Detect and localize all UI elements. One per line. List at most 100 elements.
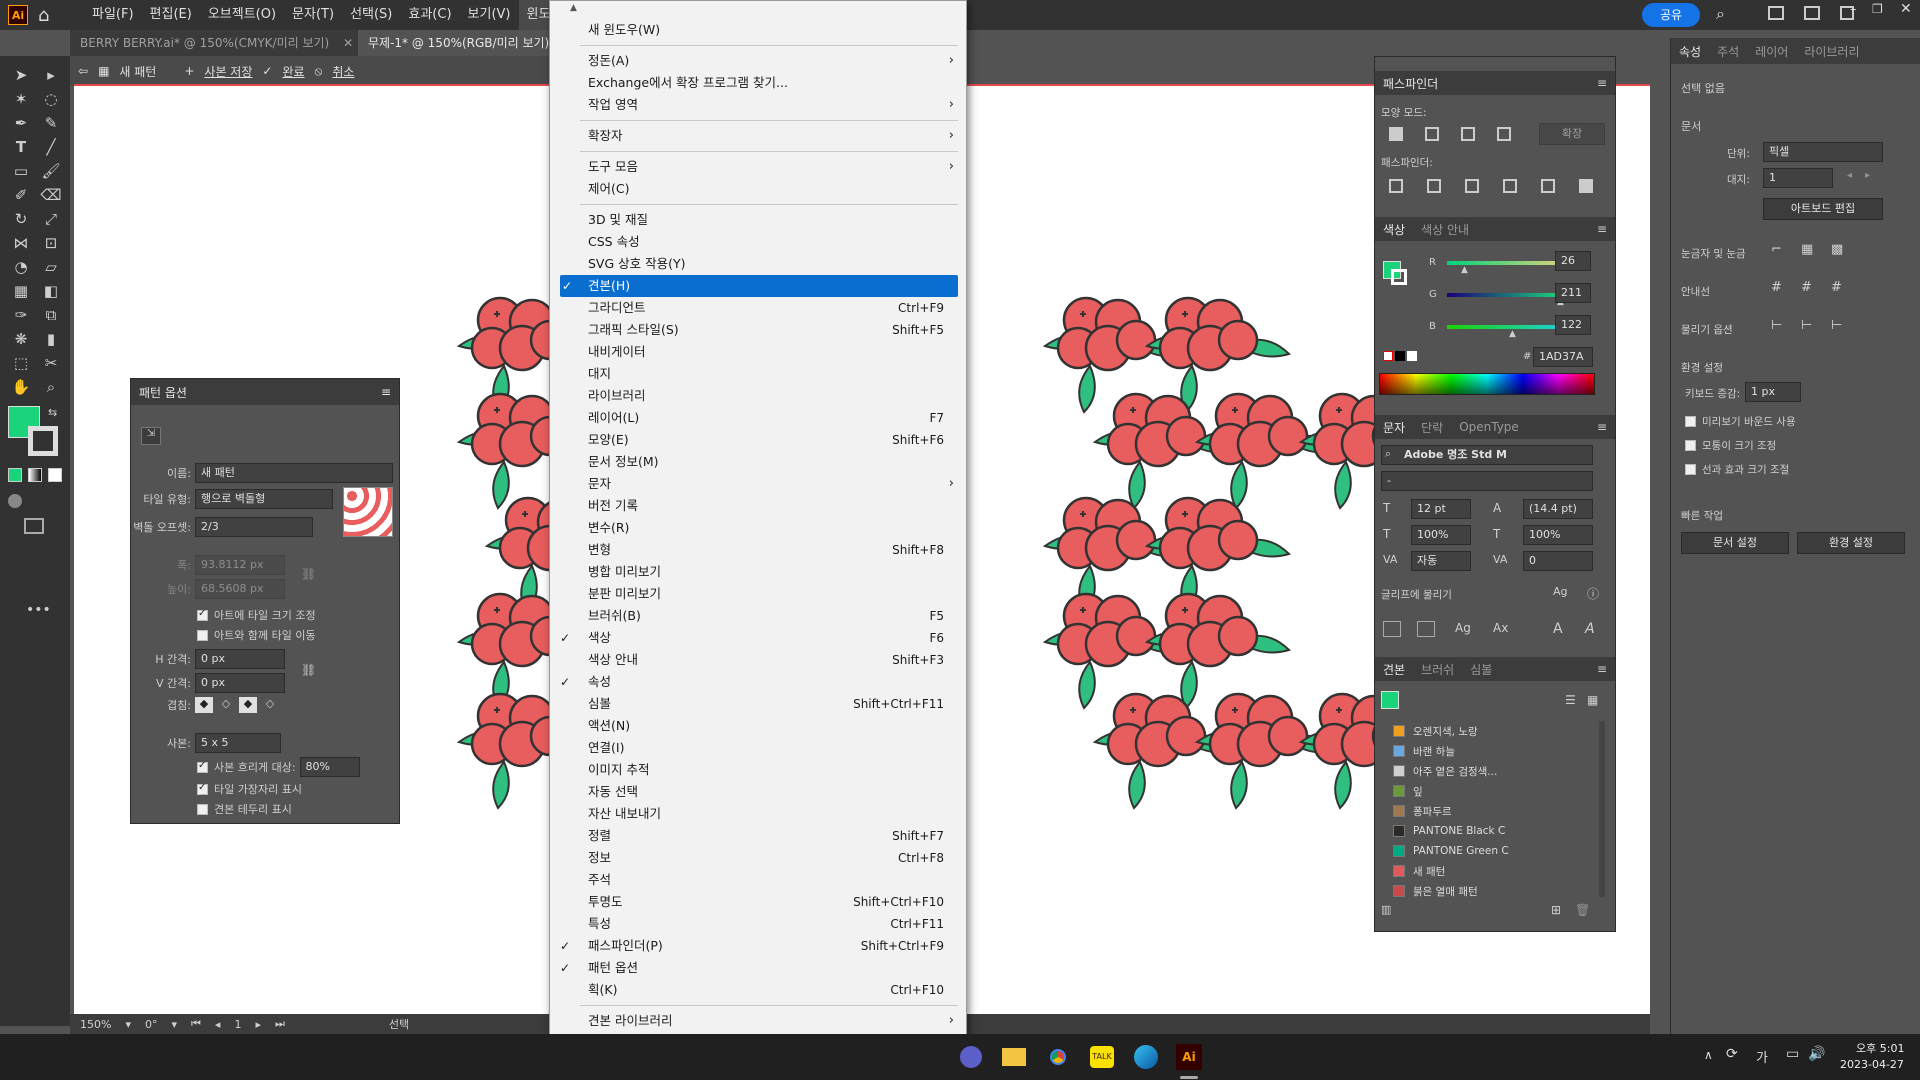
tab-untitled-1[interactable]: 무제-1* @ 150%(RGB/미리 보기) [358, 30, 550, 56]
pattern-panel-header[interactable]: 패턴 옵션 ≡ [131, 379, 399, 405]
tab-brushes[interactable]: 브러쉬 [1421, 661, 1454, 678]
window-menu-item-31[interactable]: 연결(I) [550, 737, 968, 759]
window-menu-item-30[interactable]: 액션(N) [550, 715, 968, 737]
rectangle-tool-icon[interactable]: ▭ [10, 160, 32, 182]
overlap-top-icon[interactable]: ◆ [239, 697, 257, 713]
brick-offset-select[interactable]: 2/3 [195, 517, 313, 537]
copies-select[interactable]: 5 x 5 [195, 733, 281, 753]
snap-proximity-icon[interactable]: Ax [1493, 621, 1508, 635]
perspective-icon[interactable]: ▱ [40, 256, 62, 278]
share-button[interactable]: 공유 [1642, 3, 1700, 27]
tab-opentype[interactable]: OpenType [1459, 420, 1519, 434]
none-mode-icon[interactable] [48, 468, 62, 482]
tab-libraries[interactable]: 라이브러리 [1804, 43, 1859, 60]
black-swatch[interactable] [1395, 351, 1405, 361]
overlap-left-icon[interactable]: ◆ [195, 697, 213, 713]
window-menu-item-41[interactable]: 패턴 옵션 ✓ [550, 957, 968, 979]
arrange-documents-icon[interactable] [1768, 6, 1784, 20]
cancel-button[interactable]: 취소 [332, 63, 354, 80]
window-menu-item-11[interactable]: 그라디언트 Ctrl+F9 [550, 297, 968, 319]
unite-icon[interactable] [1389, 127, 1403, 141]
next-artboard-icon[interactable]: ▸ [1865, 170, 1870, 181]
swatch-fill-indicator[interactable] [1381, 691, 1399, 709]
window-menu-item-9[interactable]: SVG 상호 작용(Y) [550, 253, 968, 275]
lock-guides-icon[interactable]: # [1801, 280, 1812, 295]
use-preview-bounds-checkbox[interactable] [1685, 416, 1696, 427]
window-menu-item-28[interactable]: 속성 ✓ [550, 671, 968, 693]
selection-tool-icon[interactable]: ➤ [10, 64, 32, 86]
panel-menu-icon[interactable]: ≡ [1597, 420, 1607, 434]
swatch-scrollbar[interactable] [1599, 721, 1605, 897]
minus-back-icon[interactable] [1579, 179, 1593, 193]
eraser-icon[interactable]: ⌫ [40, 184, 62, 206]
tab-character[interactable]: 문자 [1383, 419, 1405, 436]
window-menu-item-18[interactable]: 문서 정보(M) [550, 451, 968, 473]
gradient-mode-icon[interactable] [28, 468, 42, 482]
zoom-tool-icon[interactable]: ⌕ [40, 376, 62, 398]
sync-icon[interactable]: ⟳ [1726, 1046, 1738, 1062]
window-menu-item-39[interactable]: 특성 Ctrl+F11 [550, 913, 968, 935]
show-swatch-bounds-checkbox[interactable] [197, 803, 208, 815]
v-spacing-input[interactable]: 0 px [195, 673, 285, 693]
lasso-icon[interactable]: ◌ [40, 88, 62, 110]
color-stroke-swatch[interactable] [1391, 269, 1407, 285]
free-transform-icon[interactable]: ⊡ [40, 232, 62, 254]
window-menu-item-29[interactable]: 심볼 Shift+Ctrl+F11 [550, 693, 968, 715]
slice-icon[interactable]: ✂ [40, 352, 62, 374]
curvature-icon[interactable]: ✎ [40, 112, 62, 134]
home-icon[interactable]: ⌂ [38, 5, 60, 26]
size-tile-to-art-checkbox[interactable] [197, 608, 208, 621]
scale-strokes-checkbox[interactable] [1685, 464, 1696, 475]
h-spacing-input[interactable]: 0 px [195, 649, 285, 669]
snap-baseline-icon[interactable] [1383, 621, 1401, 637]
outline-icon[interactable] [1541, 179, 1555, 193]
dim-copies-checkbox[interactable] [197, 760, 208, 773]
swatch-item[interactable]: PANTONE Green C [1375, 841, 1595, 861]
color-spectrum[interactable] [1379, 373, 1595, 395]
menu-1[interactable]: 편집(E) [142, 0, 200, 30]
window-menu-item-27[interactable]: 색상 안내 Shift+F3 [550, 649, 968, 671]
window-menu-item-35[interactable]: 정렬 Shift+F7 [550, 825, 968, 847]
window-menu-item-32[interactable]: 이미지 추적 [550, 759, 968, 781]
snap-pixel-icon[interactable]: ⊢ [1801, 318, 1812, 333]
b-slider-handle[interactable]: ▲ [1509, 329, 1516, 339]
window-menu-item-37[interactable]: 주석 [550, 869, 968, 891]
file-explorer-icon[interactable] [1002, 1048, 1026, 1066]
window-menu-item-38[interactable]: 투명도 Shift+Ctrl+F10 [550, 891, 968, 913]
panel-menu-icon[interactable]: ≡ [1597, 222, 1607, 236]
window-menu-item-6[interactable]: 제어(C) [550, 178, 968, 200]
window-menu-item-17[interactable]: 모양(E) Shift+F6 [550, 429, 968, 451]
font-size-input[interactable]: 12 pt [1411, 499, 1471, 519]
width-tool-icon[interactable]: ⋈ [10, 232, 32, 254]
window-menu-item-25[interactable]: 브러쉬(B) F5 [550, 605, 968, 627]
clock-date[interactable]: 2023-04-27 [1840, 1058, 1904, 1071]
font-family-select[interactable]: Adobe 명조 Std M [1381, 445, 1593, 465]
window-menu-item-13[interactable]: 내비게이터 [550, 341, 968, 363]
link-spacing-icon[interactable]: ⛓ [301, 663, 316, 677]
window-menu-item-34[interactable]: 자산 내보내기 [550, 803, 968, 825]
window-menu-item-5[interactable]: 도구 모음 › [550, 156, 968, 178]
prev-artboard-icon[interactable]: ◂ [215, 1018, 221, 1031]
snap-point-icon[interactable]: ⊢ [1771, 318, 1782, 333]
dim-copies-input[interactable]: 80% [299, 757, 360, 777]
snap-glyph-bounds-icon[interactable]: Ag [1455, 621, 1471, 635]
tile-type-select[interactable]: 행으로 벽돌형 [195, 489, 333, 509]
swatch-item[interactable]: 오렌지색, 노랑 [1375, 721, 1595, 741]
close-tab-icon[interactable]: ✕ [343, 36, 353, 50]
line-tool-icon[interactable]: ╱ [40, 136, 62, 158]
tab-symbols[interactable]: 심볼 [1470, 661, 1492, 678]
divide-icon[interactable] [1389, 179, 1403, 193]
window-menu-item-22[interactable]: 변형 Shift+F8 [550, 539, 968, 561]
merge-icon[interactable] [1465, 179, 1479, 193]
font-style-select[interactable]: - [1381, 471, 1593, 491]
window-menu-item-19[interactable]: 문자 › [550, 473, 968, 495]
stroke-color-swatch[interactable] [28, 426, 58, 456]
network-icon[interactable]: ▭ [1786, 1046, 1799, 1062]
tab-comments[interactable]: 주석 [1717, 43, 1739, 60]
clock-time[interactable]: 오후 5:01 [1856, 1040, 1904, 1056]
overlap-bottom-icon[interactable]: ◇ [261, 697, 279, 713]
show-tile-edge-checkbox[interactable] [197, 782, 208, 795]
menu-5[interactable]: 효과(C) [400, 0, 459, 30]
units-select[interactable]: 픽셀 [1763, 142, 1883, 162]
color-mode-icon[interactable] [8, 468, 22, 482]
